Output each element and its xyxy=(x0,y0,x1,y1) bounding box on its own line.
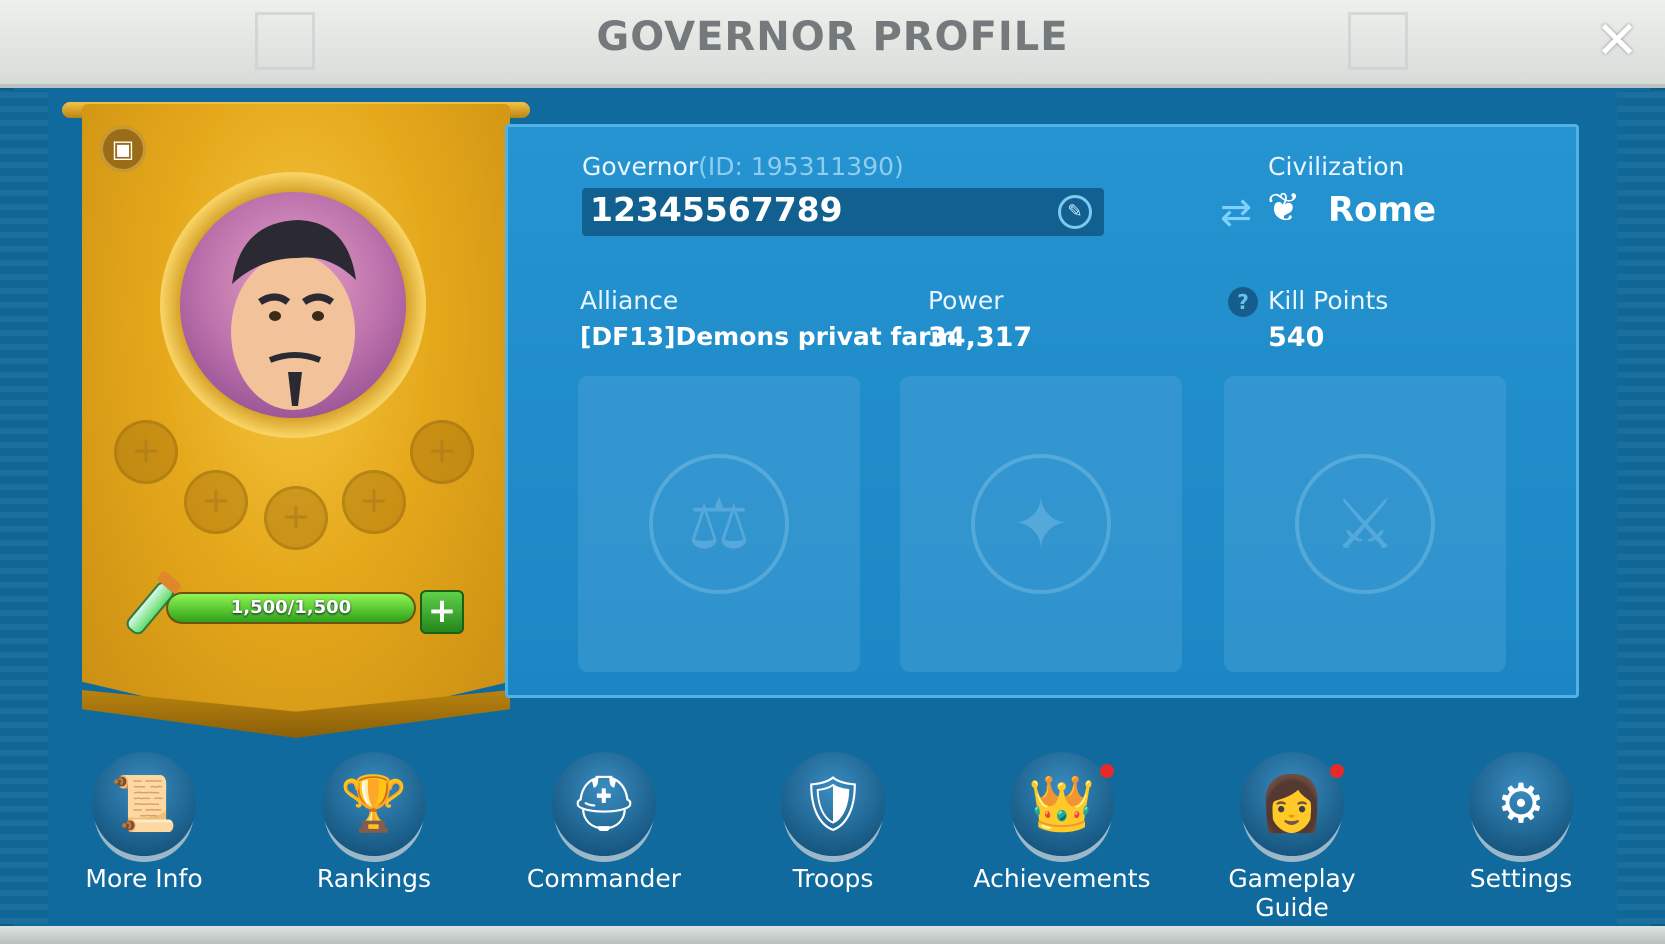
governor-label: Governor(ID: 195311390) xyxy=(582,152,904,181)
governor-id: (ID: 195311390) xyxy=(698,152,904,181)
kill-points-value: 540 xyxy=(1268,322,1325,353)
civilization-value: Rome xyxy=(1328,190,1437,230)
notification-badge xyxy=(1330,764,1344,778)
crossed-swords-icon: ⚔ xyxy=(1295,454,1435,594)
nav-label: Settings xyxy=(1469,864,1573,893)
helmet-icon: ⛑ xyxy=(552,752,656,856)
notification-badge xyxy=(1100,764,1114,778)
nav-rankings[interactable]: 🏆 Rankings xyxy=(274,752,474,902)
slot-plus-icon[interactable]: + xyxy=(114,420,178,484)
slot-plus-icon[interactable]: + xyxy=(184,470,248,534)
kill-points-label: Kill Points xyxy=(1268,286,1389,315)
guide-icon: 👩 xyxy=(1240,752,1344,856)
nav-label: More Info xyxy=(85,864,203,893)
alliance-label: Alliance xyxy=(580,286,679,315)
emblem-card-2[interactable]: ✦ xyxy=(900,376,1182,672)
trophy-icon: 🏆 xyxy=(322,752,426,856)
add-stamina-button[interactable]: + xyxy=(420,590,464,634)
photo-icon[interactable]: ▣ xyxy=(100,126,146,172)
power-label: Power xyxy=(928,286,1004,315)
stamina-bar: 1,500/1,500 xyxy=(168,594,414,622)
title-bar: GOVERNOR PROFILE ✕ xyxy=(0,0,1665,88)
bottom-frame xyxy=(0,926,1665,944)
power-value: 34,317 xyxy=(928,322,1033,353)
governor-name: 12345567789 xyxy=(590,190,843,229)
nav-gameplay-guide[interactable]: 👩 Gameplay Guide xyxy=(1192,752,1392,922)
help-icon[interactable]: ? xyxy=(1228,287,1258,317)
meander-border-right xyxy=(1617,90,1665,924)
scales-icon: ⚖ xyxy=(649,454,789,594)
slot-plus-icon[interactable]: + xyxy=(264,486,328,550)
gear-icon: ⚙ xyxy=(1469,752,1573,856)
nav-label: Commander xyxy=(526,864,682,893)
close-icon[interactable]: ✕ xyxy=(1590,14,1644,68)
nav-achievements[interactable]: 👑 Achievements xyxy=(962,752,1162,902)
scroll-icon: 📜 xyxy=(92,752,196,856)
stamina-text: 1,500/1,500 xyxy=(230,597,352,618)
nav-label: Troops xyxy=(792,864,874,893)
nav-label: Gameplay Guide xyxy=(1228,864,1356,922)
nav-troops[interactable]: 🛡 Troops xyxy=(733,752,933,902)
window-title: GOVERNOR PROFILE xyxy=(596,14,1069,60)
edit-icon[interactable]: ✎ xyxy=(1058,195,1092,229)
emblem-card-3[interactable]: ⚔ xyxy=(1224,376,1506,672)
swap-icon[interactable]: ⇄ xyxy=(1220,190,1252,234)
civilization-label: Civilization xyxy=(1268,152,1405,181)
eagle-icon: ✦ xyxy=(971,454,1111,594)
crown-icon: 👑 xyxy=(1010,752,1114,856)
emblem-card-1[interactable]: ⚖ xyxy=(578,376,860,672)
nav-more-info[interactable]: 📜 More Info xyxy=(44,752,244,902)
avatar[interactable] xyxy=(180,192,406,418)
slot-plus-icon[interactable]: + xyxy=(342,470,406,534)
nav-commander[interactable]: ⛑ Commander xyxy=(504,752,704,902)
meander-border-left xyxy=(0,90,48,924)
nav-label: Rankings xyxy=(316,864,432,893)
troops-icon: 🛡 xyxy=(781,752,885,856)
slot-plus-icon[interactable]: + xyxy=(410,420,474,484)
laurel-icon: ❦ xyxy=(1267,185,1301,231)
nav-settings[interactable]: ⚙ Settings xyxy=(1421,752,1621,902)
nav-label: Achievements xyxy=(973,864,1151,893)
alliance-value[interactable]: [DF13]Demons privat farm xyxy=(580,322,957,351)
